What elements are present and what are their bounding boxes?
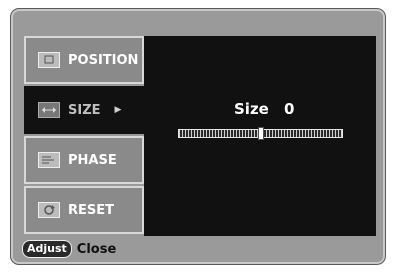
adjustment-panel: Size 0	[144, 36, 376, 236]
close-label: Close	[76, 241, 117, 257]
slider-thumb[interactable]	[258, 127, 264, 140]
menu-item-position[interactable]: POSITION	[24, 36, 144, 84]
adjustment-value: 0	[284, 100, 295, 118]
position-icon	[38, 52, 60, 68]
menu-item-label: SIZE	[68, 102, 101, 118]
menu-item-label: RESET	[68, 202, 115, 218]
size-slider[interactable]	[178, 127, 343, 140]
menu-item-label: POSITION	[68, 52, 139, 68]
menu-item-phase[interactable]: PHASE	[24, 136, 144, 184]
menu-item-size[interactable]: SIZE ▶	[24, 86, 144, 134]
phase-icon	[38, 152, 60, 168]
reset-icon	[38, 202, 60, 218]
osd-menu: POSITION SIZE ▶ PHASE RESET	[24, 36, 144, 236]
size-icon	[38, 102, 60, 118]
adjustment-label: Size	[234, 100, 269, 118]
menu-item-reset[interactable]: RESET	[24, 186, 144, 234]
adjust-button[interactable]: Adjust	[22, 240, 72, 258]
osd-footer: Adjust Close	[22, 238, 376, 260]
submenu-arrow-icon: ▶	[114, 105, 122, 115]
menu-item-label: PHASE	[68, 152, 117, 168]
